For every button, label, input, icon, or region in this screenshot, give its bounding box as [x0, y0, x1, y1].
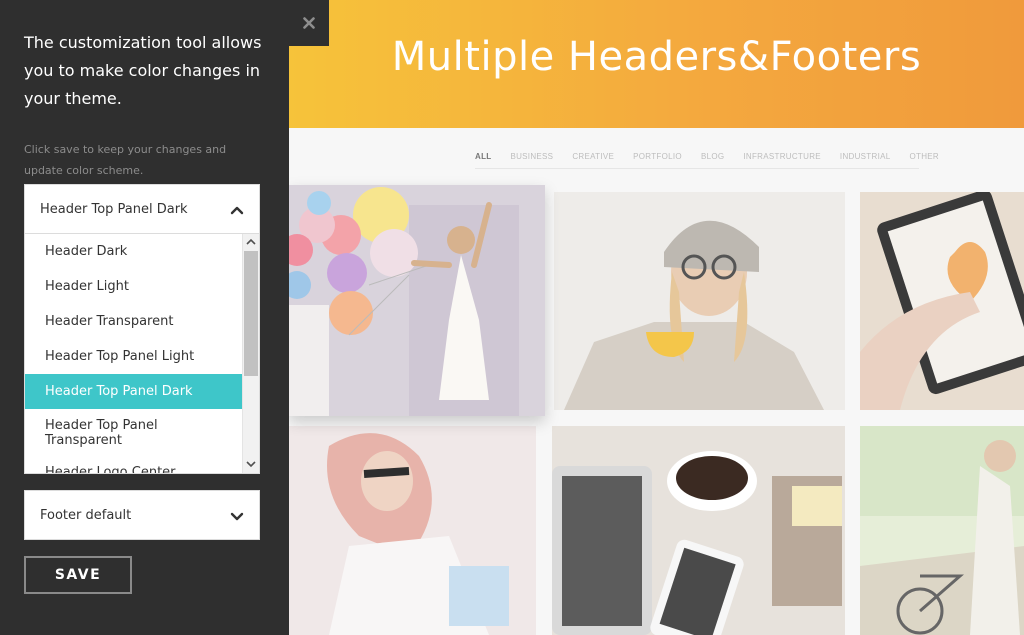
option-header-top-panel-dark[interactable]: Header Top Panel Dark — [25, 374, 243, 409]
close-icon — [303, 17, 315, 29]
filter-infrastructure[interactable]: INFRASTRUCTURE — [743, 150, 821, 168]
close-panel-button[interactable] — [289, 0, 329, 46]
footer-style-select[interactable]: Footer default — [24, 490, 260, 540]
customizer-panel: The customization tool allows you to mak… — [0, 0, 289, 635]
tablet-heart-photo — [860, 192, 1024, 410]
dropdown-scrollbar[interactable] — [242, 234, 259, 473]
filter-blog[interactable]: BLOG — [701, 150, 724, 168]
portfolio-filter-bar: ALL BUSINESS CREATIVE PORTFOLIO BLOG INF… — [475, 150, 939, 169]
gallery-item-tablet-heart[interactable] — [860, 192, 1024, 410]
option-header-top-panel-transparent[interactable]: Header Top Panel Transparent — [25, 409, 243, 459]
gallery-item-bicycle[interactable] — [860, 426, 1024, 635]
header-style-value: Header Top Panel Dark — [40, 202, 188, 217]
filter-creative[interactable]: CREATIVE — [572, 150, 614, 168]
option-header-dark[interactable]: Header Dark — [25, 234, 243, 269]
sunglasses-photo — [289, 426, 536, 635]
bicycle-photo — [860, 426, 1024, 635]
header-style-select[interactable]: Header Top Panel Dark — [24, 184, 260, 234]
scroll-thumb[interactable] — [244, 251, 258, 376]
filter-all[interactable]: ALL — [475, 150, 491, 168]
filter-portfolio[interactable]: PORTFOLIO — [633, 150, 682, 168]
chevron-up-icon — [230, 206, 244, 215]
save-button[interactable]: SAVE — [24, 556, 132, 594]
gallery-item-sunglasses[interactable] — [289, 426, 536, 635]
hero-title: Multiple Headers&Footers — [391, 34, 922, 80]
chevron-down-icon — [230, 512, 244, 521]
header-style-options: Header Dark Header Light Header Transpar… — [25, 234, 243, 473]
filter-industrial[interactable]: INDUSTRIAL — [840, 150, 891, 168]
option-header-transparent[interactable]: Header Transparent — [25, 304, 243, 339]
option-header-top-panel-light[interactable]: Header Top Panel Light — [25, 339, 243, 374]
option-header-logo-center[interactable]: Header Logo Center — [25, 459, 243, 473]
gallery-item-coffee-desk[interactable] — [552, 426, 845, 635]
header-style-dropdown: Header Dark Header Light Header Transpar… — [24, 234, 260, 474]
scroll-up-icon[interactable] — [246, 238, 256, 246]
page-preview: Multiple Headers&Footers ALL BUSINESS CR… — [289, 0, 1024, 635]
option-header-light[interactable]: Header Light — [25, 269, 243, 304]
balloons-photo — [289, 185, 545, 416]
scroll-down-icon[interactable] — [246, 460, 256, 468]
filter-other[interactable]: OTHER — [909, 150, 939, 168]
panel-note-text: Click save to keep your changes and upda… — [24, 143, 227, 177]
gallery-item-balloons[interactable] — [289, 185, 545, 416]
knit-hat-photo — [554, 192, 845, 410]
coffee-desk-photo — [552, 426, 845, 635]
filter-business[interactable]: BUSINESS — [510, 150, 553, 168]
hero-banner: Multiple Headers&Footers — [289, 0, 1024, 128]
panel-intro-text: The customization tool allows you to mak… — [24, 33, 262, 108]
footer-style-value: Footer default — [40, 508, 132, 523]
gallery-item-knit-hat[interactable] — [554, 192, 845, 410]
